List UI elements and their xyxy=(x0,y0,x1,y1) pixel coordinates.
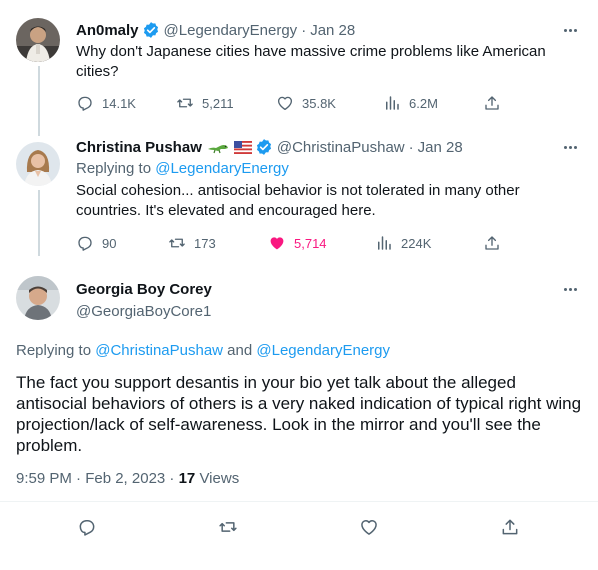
replying-to-label: Replying to xyxy=(16,342,96,359)
reply-icon xyxy=(78,96,92,111)
retweet-icon xyxy=(177,98,193,108)
thread-line xyxy=(38,190,40,256)
replying-to: Replying to @LegendaryEnergy xyxy=(76,159,289,179)
reply-count: 90 xyxy=(102,235,117,251)
replying-to-label: Replying to xyxy=(76,160,156,177)
avatar[interactable] xyxy=(16,276,60,320)
replying-to-and: and xyxy=(223,342,257,359)
retweet-button[interactable]: 5,211 xyxy=(176,93,234,113)
more-icon[interactable] xyxy=(560,137,580,157)
views-icon xyxy=(386,96,399,110)
avatar[interactable] xyxy=(16,18,60,62)
like-button[interactable] xyxy=(358,516,380,538)
display-name[interactable]: An0maly xyxy=(76,22,139,39)
tweet-date[interactable]: Jan 28 xyxy=(418,139,463,156)
like-icon xyxy=(270,237,284,250)
views-count: 6.2M xyxy=(409,95,438,111)
views-button[interactable]: 224K xyxy=(375,233,431,253)
tweet-header: Christina Pushaw @ChristinaPushaw · Jan … xyxy=(76,137,463,157)
thread-line xyxy=(38,66,40,136)
views-icon xyxy=(378,236,391,250)
divider xyxy=(0,501,598,502)
replying-to-handle[interactable]: @ChristinaPushaw xyxy=(95,342,223,359)
share-button[interactable] xyxy=(483,233,501,253)
like-button[interactable]: 35.8K xyxy=(276,93,336,113)
share-button[interactable] xyxy=(483,93,501,113)
lizard-emoji-icon xyxy=(207,140,229,154)
reply-icon xyxy=(78,236,92,251)
replying-to-handle[interactable]: @LegendaryEnergy xyxy=(155,160,289,177)
retweet-button[interactable] xyxy=(217,516,239,538)
views-label: Views xyxy=(195,470,240,487)
tweet-meta: 9:59 PM · Feb 2, 2023 · 17 Views xyxy=(16,470,239,487)
more-icon[interactable] xyxy=(560,279,580,299)
handle[interactable]: @LegendaryEnergy xyxy=(164,22,298,39)
handle[interactable]: @ChristinaPushaw xyxy=(277,139,405,156)
reply-count: 14.1K xyxy=(102,95,136,111)
like-icon xyxy=(277,96,293,111)
tweet-text: Social cohesion... antisocial behavior i… xyxy=(76,182,520,219)
reply-icon xyxy=(79,520,95,536)
verified-badge-icon xyxy=(142,21,160,39)
like-count: 35.8K xyxy=(302,95,336,111)
tweet-header: Georgia Boy Corey xyxy=(76,279,212,299)
more-icon[interactable] xyxy=(560,20,580,40)
like-icon xyxy=(361,520,377,535)
like-count: 5,714 xyxy=(294,235,327,251)
like-button[interactable]: 5,714 xyxy=(268,233,327,253)
separator-dot: · xyxy=(408,138,414,156)
tweet-timestamp[interactable]: 9:59 PM · Feb 2, 2023 · xyxy=(16,470,179,487)
share-icon xyxy=(485,236,499,250)
avatar[interactable] xyxy=(16,142,60,186)
share-icon xyxy=(502,519,518,535)
replying-to: Replying to @ChristinaPushaw and @Legend… xyxy=(16,341,390,361)
us-flag-icon xyxy=(233,140,252,154)
tweet-header: An0maly @LegendaryEnergy · Jan 28 xyxy=(76,20,355,40)
display-name[interactable]: Christina Pushaw xyxy=(76,139,202,156)
retweet-count: 5,211 xyxy=(202,95,234,111)
reply-button[interactable]: 90 xyxy=(76,233,116,253)
tweet-text: The fact you support desantis in your bi… xyxy=(16,373,582,455)
replying-to-handle[interactable]: @LegendaryEnergy xyxy=(256,342,390,359)
tweet-text: Why don't Japanese cities have massive c… xyxy=(76,43,546,80)
separator-dot: · xyxy=(301,21,307,39)
display-name[interactable]: Georgia Boy Corey xyxy=(76,281,212,298)
tweet-date[interactable]: Jan 28 xyxy=(310,22,355,39)
verified-badge-icon xyxy=(255,138,273,156)
retweet-icon xyxy=(219,522,237,532)
share-button[interactable] xyxy=(499,516,521,538)
retweet-icon xyxy=(169,238,185,248)
handle[interactable]: @GeorgiaBoyCore1 xyxy=(76,303,211,320)
reply-button[interactable]: 14.1K xyxy=(76,93,136,113)
reply-button[interactable] xyxy=(76,516,98,538)
retweet-count: 173 xyxy=(194,235,216,251)
views-button[interactable]: 6.2M xyxy=(383,93,438,113)
retweet-button[interactable]: 173 xyxy=(168,233,216,253)
views-count: 224K xyxy=(401,235,432,251)
share-icon xyxy=(485,96,499,110)
handle-row: @GeorgiaBoyCore1 xyxy=(76,301,211,321)
views-count: 17 xyxy=(178,470,196,487)
